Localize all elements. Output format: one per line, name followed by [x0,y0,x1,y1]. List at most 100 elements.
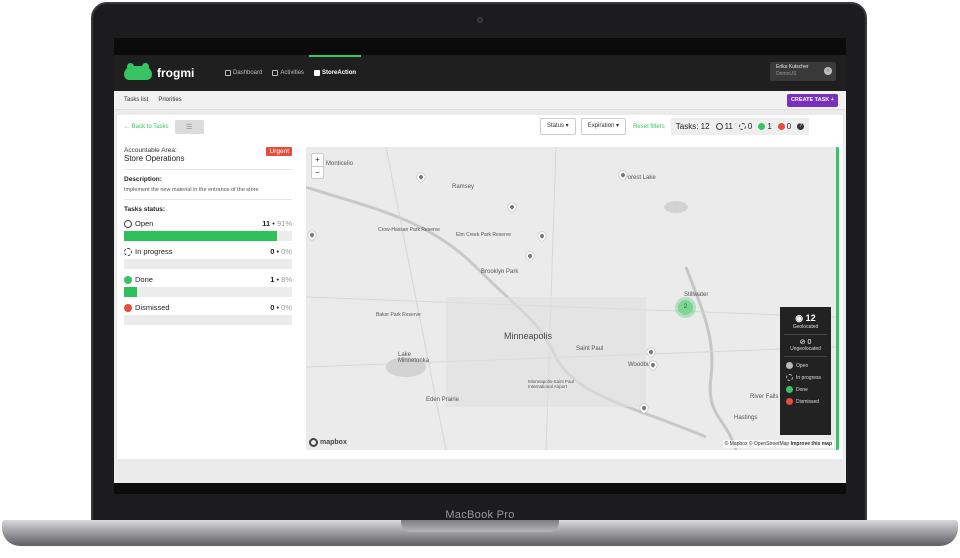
frog-logo-icon [124,63,152,80]
map-label: Saint Paul [576,346,604,352]
dismissed-count: 0 [777,122,792,131]
status-done-fill [124,287,138,297]
list-icon: ☰ [185,123,193,131]
laptop-notch [401,520,559,532]
dismissed-icon [777,123,785,130]
map-label: Monticello [326,161,354,167]
ungeolocated-count-value: 0 [807,339,812,346]
user-menu-icon[interactable]: › [824,67,832,75]
open-icon [715,123,723,130]
geolocated-count: ◉ 12 [780,313,831,324]
map-label: Minneapolis-Saint Paul International Air… [528,379,575,389]
map-legend: ◉ 12 Geolocated ⊘ 0 Ungeolocated Open In… [780,307,831,435]
check-circle-icon [124,275,132,284]
no-pin-icon: ⊘ [799,339,806,346]
zoom-controls: + − [311,153,324,179]
nav-storeaction-label: StoreAction [322,70,357,76]
help-icon[interactable]: ? [797,123,805,130]
nav-dashboard[interactable]: Dashboard [220,55,267,91]
status-done-head: Done 1 • 8% [124,275,292,284]
status-dismissed-bar [124,315,292,325]
map-base [306,147,836,450]
status-done: Done 1 • 8% [124,275,292,297]
map-label: Eden Prairie [426,397,460,403]
in-progress-icon [738,123,746,130]
done-icon [758,123,766,130]
list-view-button[interactable]: ☰ [174,119,204,134]
status-in-progress-label: In progress [135,247,173,256]
task-toolbar: ← Back to Tasks ☰ ● Status ▾ Expiration … [117,115,843,450]
status-dismissed-label: Dismissed [135,303,170,312]
store-icon [314,70,321,76]
screen: frogmi Dashboard Activities StoreAction [114,38,846,494]
map-view[interactable]: Monticello Forest Lake Ramsey Crow-Hassa… [306,147,836,450]
status-in-progress-pct: 0% [281,247,292,256]
divider [124,169,292,170]
legend-ungeolocated: ⊘ 0 Ungeolocated [780,335,831,352]
map-label: Elm Creek Park Reserve [456,232,512,238]
in-progress-count-value: 0 [747,122,753,131]
map-label: Stillwater [684,292,709,298]
pin-icon: ◉ [795,313,804,323]
status-done-count: 1 [270,275,275,284]
map-label: Ramsey [452,184,475,190]
back-label: Back to Tasks [131,123,169,130]
status-in-progress-head: In progress 0 • 0% [124,247,292,256]
done-count-value: 1 [767,122,772,131]
nav-activities-label: Activities [280,70,305,76]
sub-navbar: Tasks list Priorities CREATE TASK + [114,91,846,110]
in-progress-count: 0 [738,122,753,131]
tab-tasks-list[interactable]: Tasks list [124,97,148,103]
back-to-tasks-link[interactable]: ← Back to Tasks [124,124,169,130]
attribution-text[interactable]: © Mapbox © OpenStreetMap [725,441,790,447]
status-in-progress-value: 0 • 0% [270,247,292,256]
tab-priorities[interactable]: Priorities [158,97,181,103]
user-menu[interactable]: Erika Kutscher DemoUS › [770,62,836,81]
map-label: Crow-Hassan Park Reserve [378,227,440,233]
top-navbar: frogmi Dashboard Activities StoreAction [114,55,846,91]
status-open-count: 11 [262,219,271,228]
open-count-value: 11 [724,122,733,131]
map-label: Forest Lake [624,175,656,181]
status-dismissed-count: 0 [270,303,275,312]
task-cluster[interactable]: 2 [678,300,693,315]
status-done-pct: 8% [281,275,292,284]
task-panel: ← Back to Tasks ☰ ● Status ▾ Expiration … [117,115,843,459]
open-pin-icon [786,362,793,369]
status-in-progress: In progress 0 • 0% [124,247,292,269]
open-circle-icon [124,219,132,228]
status-done-value: 1 • 8% [270,275,292,284]
nav-activities[interactable]: Activities [267,55,309,91]
create-task-button[interactable]: CREATE TASK + [786,94,838,107]
logo-text: frogmi [157,66,195,80]
logo[interactable]: frogmi [124,63,206,80]
status-in-progress-count: 0 [270,247,275,256]
zoom-in-button[interactable]: + [312,154,323,166]
priority-badge: Urgent [266,147,292,156]
legend-done-label: Done [796,386,808,393]
map-label: Lake Minnetonka [398,352,430,364]
legend-open-label: Open [796,362,809,369]
expiration-filter[interactable]: Expiration ▾ [580,118,627,135]
user-org: DemoUS [776,71,797,77]
status-done-label: Done [135,275,153,284]
clipboard-icon [272,70,279,76]
status-done-bar [124,287,292,297]
app-window: frogmi Dashboard Activities StoreAction [114,55,846,483]
legend-dismissed-label: Dismissed [796,398,820,405]
done-count: 1 [758,122,772,131]
status-dismissed: Dismissed 0 • 0% [124,303,292,325]
status-open-bar [124,231,292,241]
mapbox-logo: mapbox [309,438,347,447]
legend-in-progress: In progress [780,369,831,381]
dismissed-count-value: 0 [786,122,792,131]
map-label: Brooklyn Park [481,269,519,275]
status-filter[interactable]: Status ▾ [540,118,576,135]
zoom-out-button[interactable]: − [312,166,323,178]
improve-map-link[interactable]: Improve this map [791,441,832,447]
status-dismissed-head: Dismissed 0 • 0% [124,303,292,312]
nav-storeaction[interactable]: StoreAction [309,55,362,91]
status-open: Open 11 • 91% [124,219,292,241]
status-open-head: Open 11 • 91% [124,219,292,228]
reset-filters-link[interactable]: Reset filters [633,124,665,130]
